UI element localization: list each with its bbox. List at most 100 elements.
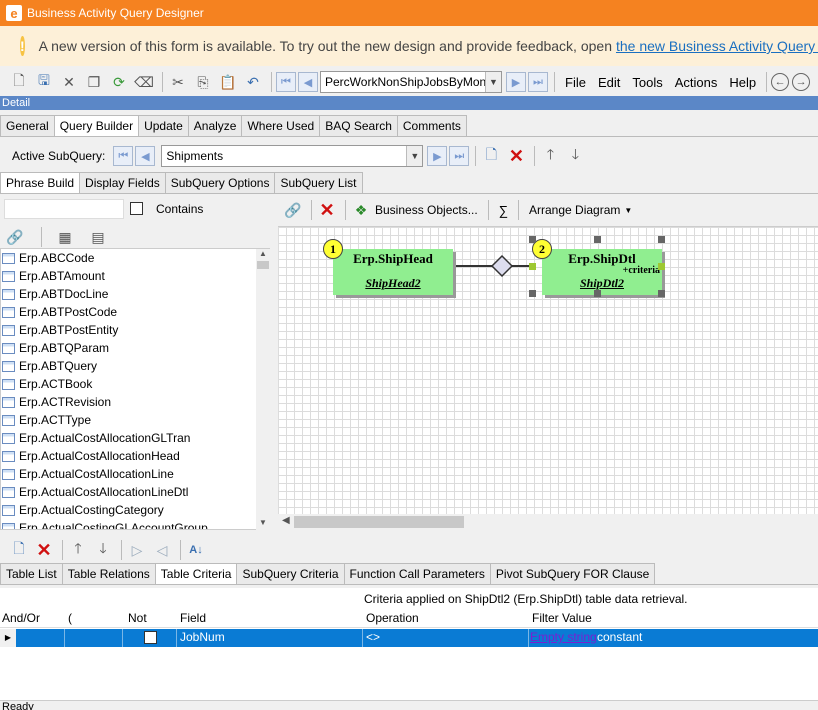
selection-handle[interactable] bbox=[594, 290, 601, 297]
column-header-andor[interactable]: And/Or bbox=[2, 608, 40, 628]
remove-table-icon[interactable]: ✕ bbox=[316, 199, 338, 221]
last-subquery-button[interactable]: ⏭ bbox=[449, 146, 470, 166]
tab-update[interactable]: Update bbox=[138, 115, 189, 136]
list-item[interactable]: Erp.ACTType bbox=[1, 411, 269, 429]
table-search-input[interactable] bbox=[4, 199, 124, 219]
column-header-operation[interactable]: Operation bbox=[366, 608, 419, 628]
menu-actions[interactable]: Actions bbox=[669, 75, 724, 90]
tab-function-call-parameters[interactable]: Function Call Parameters bbox=[343, 563, 491, 584]
link-icon[interactable]: 🔗 bbox=[4, 226, 26, 248]
new-subquery-icon[interactable]: 🗋 bbox=[480, 145, 502, 167]
move-down-icon[interactable]: 🡓 bbox=[92, 539, 114, 561]
sort-az-icon[interactable]: A↓ bbox=[185, 539, 207, 561]
list-item[interactable]: Erp.ABTQuery bbox=[1, 357, 269, 375]
tab-general[interactable]: General bbox=[0, 115, 55, 136]
delete-icon[interactable]: ✕ bbox=[58, 71, 80, 93]
forward-icon[interactable]: → bbox=[792, 73, 811, 91]
tab-subquery-list[interactable]: SubQuery List bbox=[274, 172, 363, 193]
tab-table-list[interactable]: Table List bbox=[0, 563, 63, 584]
link-icon[interactable]: 🔗 bbox=[282, 199, 304, 221]
query-selector[interactable]: PercWorkNonShipJobsByMon ▼ bbox=[320, 71, 502, 93]
previous-record-button[interactable]: ◀ bbox=[298, 72, 318, 92]
tab-pivot-subquery-for-clause[interactable]: Pivot SubQuery FOR Clause bbox=[489, 563, 656, 584]
list-item[interactable]: Erp.ABTAmount bbox=[1, 267, 269, 285]
column-header-filter-value[interactable]: Filter Value bbox=[532, 608, 592, 628]
scroll-thumb[interactable] bbox=[294, 516, 464, 528]
first-subquery-button[interactable]: ⏮ bbox=[113, 146, 134, 166]
table-view-icon[interactable]: ▦ bbox=[54, 226, 76, 248]
list-item[interactable]: Erp.ABTPostEntity bbox=[1, 321, 269, 339]
tab-display-fields[interactable]: Display Fields bbox=[79, 172, 166, 193]
selection-handle[interactable] bbox=[529, 263, 536, 270]
undo-icon[interactable]: ↶ bbox=[242, 71, 264, 93]
list-item[interactable]: Erp.ACTBook bbox=[1, 375, 269, 393]
scroll-up-icon[interactable]: ▲ bbox=[256, 249, 270, 259]
refresh-icon[interactable]: ⟳ bbox=[108, 71, 130, 93]
new-app-link[interactable]: the new Business Activity Query app bbox=[616, 38, 818, 54]
selection-handle[interactable] bbox=[658, 290, 665, 297]
tab-comments[interactable]: Comments bbox=[396, 115, 467, 136]
operation-cell[interactable]: <> bbox=[366, 630, 380, 644]
menu-tools[interactable]: Tools bbox=[626, 75, 668, 90]
new-criteria-icon[interactable]: 🗋 bbox=[8, 539, 30, 561]
previous-subquery-button[interactable]: ◀ bbox=[135, 146, 156, 166]
column-header-field[interactable]: Field bbox=[180, 608, 206, 628]
selection-handle[interactable] bbox=[529, 290, 536, 297]
chevron-down-icon[interactable]: ▼ bbox=[485, 72, 501, 92]
list-item[interactable]: Erp.ABTPostCode bbox=[1, 303, 269, 321]
next-record-button[interactable]: ▶ bbox=[506, 72, 526, 92]
arrange-diagram-button[interactable]: Arrange Diagram bbox=[523, 203, 620, 217]
filter-value-link[interactable]: Empty string bbox=[530, 630, 597, 644]
delete-subquery-icon[interactable]: ✕ bbox=[505, 145, 527, 167]
copy-query-icon[interactable]: ❐ bbox=[83, 71, 105, 93]
save-icon[interactable]: 🖫 bbox=[33, 71, 55, 93]
chevron-down-icon[interactable]: ▼ bbox=[406, 146, 423, 166]
indent-right-icon[interactable]: ▷ bbox=[126, 539, 148, 561]
table-row[interactable]: ▶ JobNum <> Empty string constant bbox=[0, 629, 818, 647]
move-up-icon[interactable]: 🡑 bbox=[67, 539, 89, 561]
query-diagram[interactable]: Erp.ShipHead ShipHead2 1 Erp.ShipDtl +cr… bbox=[278, 226, 818, 516]
tab-subquery-criteria[interactable]: SubQuery Criteria bbox=[236, 563, 345, 584]
list-item[interactable]: Erp.ABTQParam bbox=[1, 339, 269, 357]
menu-help[interactable]: Help bbox=[723, 75, 762, 90]
first-record-button[interactable]: ⏮ bbox=[276, 72, 296, 92]
move-up-icon[interactable]: 🡑 bbox=[539, 145, 561, 167]
chevron-down-icon[interactable]: ▼ bbox=[624, 206, 632, 215]
tab-table-criteria[interactable]: Table Criteria bbox=[154, 563, 238, 584]
selection-handle[interactable] bbox=[529, 236, 536, 243]
scroll-down-icon[interactable]: ▼ bbox=[256, 518, 270, 530]
tab-subquery-options[interactable]: SubQuery Options bbox=[164, 172, 276, 193]
column-header-not[interactable]: Not bbox=[128, 608, 147, 628]
row-selector-icon[interactable]: ▶ bbox=[0, 629, 16, 647]
cut-icon[interactable]: ✂ bbox=[167, 71, 189, 93]
contains-checkbox[interactable] bbox=[130, 202, 143, 215]
selection-handle[interactable] bbox=[658, 236, 665, 243]
list-item[interactable]: Erp.ABTDocLine bbox=[1, 285, 269, 303]
tab-phrase-build[interactable]: Phrase Build bbox=[0, 172, 81, 193]
calculator-icon[interactable]: ▤ bbox=[87, 226, 109, 248]
selection-handle[interactable] bbox=[594, 236, 601, 243]
scroll-thumb[interactable] bbox=[257, 261, 269, 269]
last-record-button[interactable]: ⏭ bbox=[528, 72, 548, 92]
tab-baq-search[interactable]: BAQ Search bbox=[319, 115, 398, 136]
next-subquery-button[interactable]: ▶ bbox=[427, 146, 448, 166]
business-objects-icon[interactable]: ❖ bbox=[350, 199, 372, 221]
table-list-scrollbar[interactable]: ▲ ▼ bbox=[256, 249, 270, 530]
tab-analyze[interactable]: Analyze bbox=[187, 115, 243, 136]
list-item[interactable]: Erp.ActualCostingGLAccountGroup bbox=[1, 519, 269, 529]
delete-criteria-icon[interactable]: ✕ bbox=[33, 539, 55, 561]
list-item[interactable]: Erp.ActualCostingCategory bbox=[1, 501, 269, 519]
sigma-button[interactable]: ∑ bbox=[493, 203, 514, 218]
tab-query-builder[interactable]: Query Builder bbox=[53, 115, 140, 136]
subquery-selector[interactable]: Shipments ▼ bbox=[161, 145, 424, 167]
table-box-shiphead[interactable]: Erp.ShipHead ShipHead2 bbox=[333, 249, 453, 295]
clear-icon[interactable]: ⌫ bbox=[133, 71, 155, 93]
move-down-icon[interactable]: 🡓 bbox=[564, 145, 586, 167]
list-item[interactable]: Erp.ActualCostAllocationLineDtl bbox=[1, 483, 269, 501]
not-checkbox[interactable] bbox=[144, 631, 157, 644]
table-box-shipdtl[interactable]: Erp.ShipDtl +criteria ShipDtl2 bbox=[542, 249, 662, 295]
join-diamond-icon[interactable] bbox=[490, 254, 514, 278]
list-item[interactable]: Erp.ActualCostAllocationGLTran bbox=[1, 429, 269, 447]
menu-edit[interactable]: Edit bbox=[592, 75, 626, 90]
selection-handle[interactable] bbox=[658, 263, 665, 270]
